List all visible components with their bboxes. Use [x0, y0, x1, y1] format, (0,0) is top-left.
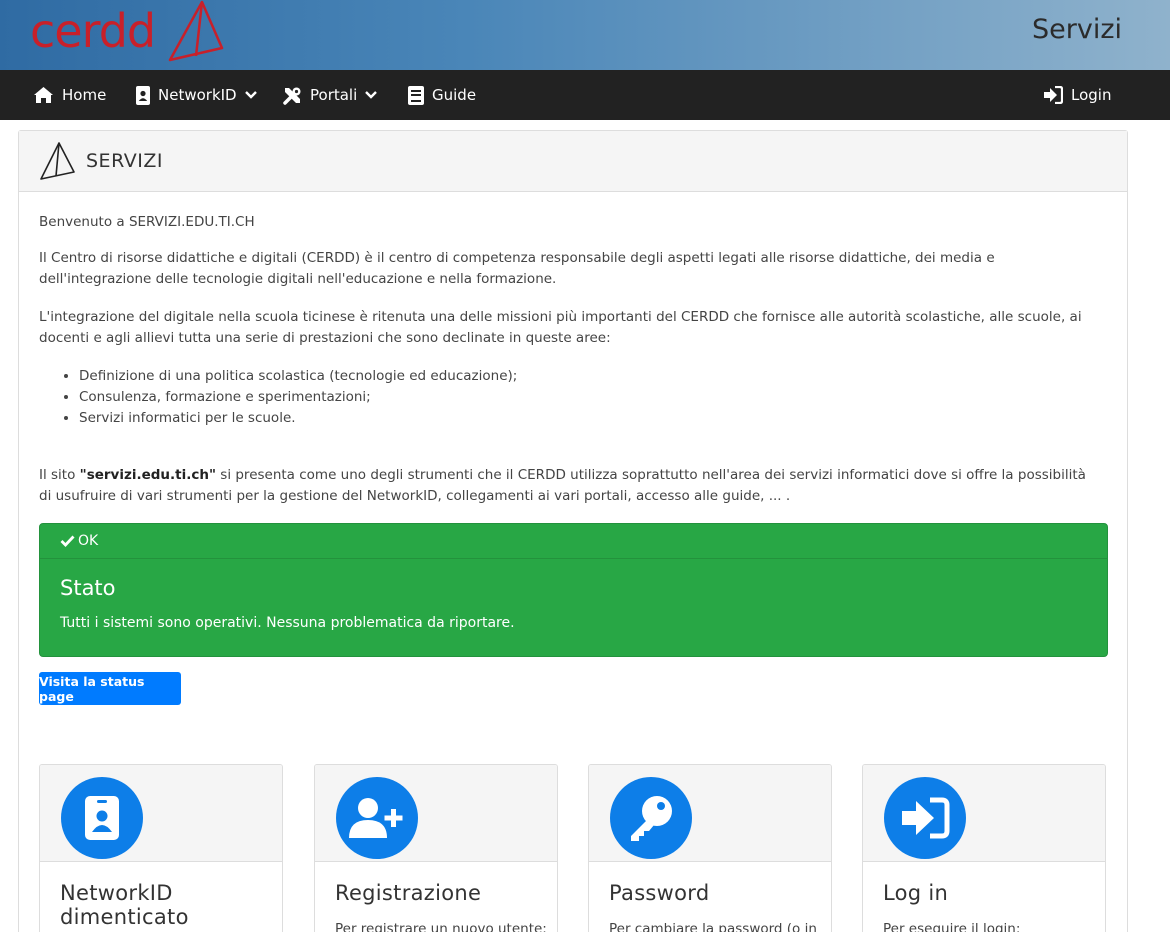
tile-icon-area — [40, 765, 282, 862]
nav-login-label: Login — [1071, 86, 1112, 104]
top-banner: cerdd Servizi — [0, 0, 1170, 70]
chevron-down-icon — [244, 91, 257, 99]
nav-guide[interactable]: Guide — [408, 70, 476, 120]
services-card: SERVIZI Benvenuto a SERVIZI.EDU.TI.CH Il… — [18, 130, 1128, 932]
tile-icon-area — [863, 765, 1105, 862]
status-page-button[interactable]: Visita la status page — [39, 672, 181, 705]
nav-networkid[interactable]: NetworkID — [136, 70, 257, 120]
tile-description: Per cambiare la password (o in — [609, 921, 817, 932]
tile-icon-circle — [336, 777, 418, 859]
logo-triangle-icon — [168, 0, 224, 62]
check-icon — [60, 535, 75, 547]
home-icon — [33, 86, 54, 104]
tile-password[interactable]: Password Per cambiare la password (o in — [588, 764, 832, 932]
main-navbar: Home NetworkID Portali Guide Login — [0, 70, 1170, 120]
list-item: Servizi informatici per le scuole. — [79, 408, 517, 429]
banner-title: Servizi — [1031, 14, 1122, 45]
nav-portali[interactable]: Portali — [283, 70, 378, 120]
nav-home-label: Home — [62, 86, 107, 104]
site-paragraph: Il sito "servizi.edu.ti.ch" si presenta … — [39, 465, 1099, 507]
tile-description: Per registrare un nuovo utente: — [335, 921, 547, 932]
cerdd-logo[interactable]: cerdd — [28, 0, 228, 70]
sign-in-icon — [1043, 86, 1063, 104]
card-title: SERVIZI — [86, 150, 163, 172]
nav-portali-label: Portali — [310, 86, 358, 104]
mission-paragraph: L'integrazione del digitale nella scuola… — [39, 309, 1082, 346]
tile-icon-circle — [884, 777, 966, 859]
tile-title: Password — [609, 881, 710, 905]
nav-networkid-label: NetworkID — [158, 86, 237, 104]
tile-networkid-forgotten[interactable]: NetworkID dimenticato — [39, 764, 283, 932]
triangle-logo-icon — [40, 142, 75, 180]
status-title: Stato — [60, 576, 116, 600]
list-item: Definizione di una politica scolastica (… — [79, 366, 517, 387]
list-item: Consulenza, formazione e sperimentazioni… — [79, 387, 517, 408]
areas-list: Definizione di una politica scolastica (… — [79, 366, 517, 429]
sign-in-icon — [902, 797, 950, 839]
tile-title: Log in — [883, 881, 949, 905]
id-badge-icon — [85, 796, 119, 840]
status-message: Tutti i sistemi sono operativi. Nessuna … — [60, 615, 515, 631]
nav-home[interactable]: Home — [33, 70, 106, 120]
card-header: SERVIZI — [19, 131, 1127, 192]
id-badge-icon — [136, 85, 150, 105]
tile-description: Per eseguire il login: — [883, 921, 1021, 932]
tile-registration[interactable]: Registrazione Per registrare un nuovo ut… — [314, 764, 558, 932]
tools-icon — [283, 86, 302, 105]
welcome-text: Benvenuto a SERVIZI.EDU.TI.CH — [39, 214, 255, 230]
key-icon — [631, 796, 672, 841]
logo-text: cerdd — [30, 4, 156, 58]
nav-login[interactable]: Login — [1043, 70, 1111, 120]
tile-icon-area — [315, 765, 557, 862]
tile-title: NetworkID dimenticato — [60, 881, 189, 929]
tile-icon-area — [589, 765, 831, 862]
tile-login[interactable]: Log in Per eseguire il login: — [862, 764, 1106, 932]
user-plus-icon — [349, 798, 403, 838]
site-paragraph-prefix: Il sito — [39, 467, 80, 483]
tile-icon-circle — [610, 777, 692, 859]
status-badge: OK — [78, 533, 99, 549]
status-alert: OK Stato Tutti i sistemi sono operativi.… — [39, 523, 1108, 657]
nav-guide-label: Guide — [432, 86, 477, 104]
site-name: "servizi.edu.ti.ch" — [79, 467, 216, 483]
book-icon — [408, 85, 424, 105]
intro-paragraph: Il Centro di risorse didattiche e digita… — [39, 250, 995, 287]
tile-title: Registrazione — [335, 881, 482, 905]
status-header: OK — [40, 524, 1107, 559]
tile-icon-circle — [61, 777, 143, 859]
chevron-down-icon — [365, 91, 378, 99]
